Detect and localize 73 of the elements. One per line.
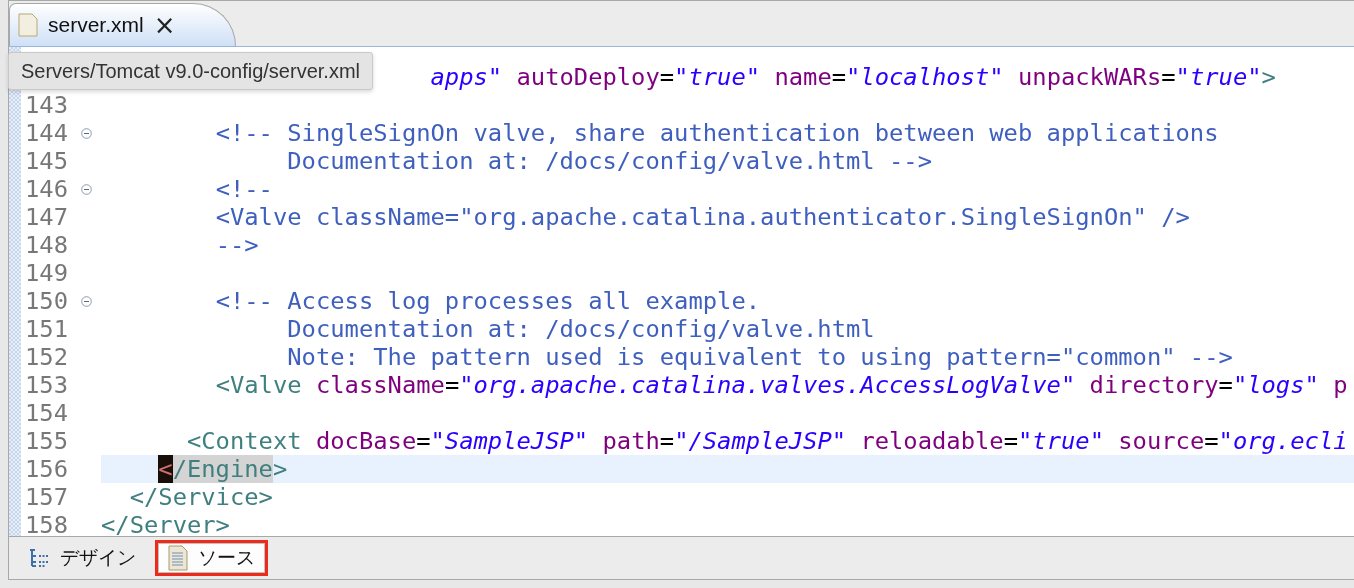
equals-sign: =: [1218, 371, 1233, 399]
attribute-value: "logs": [1232, 371, 1319, 399]
code-comment: -->: [215, 231, 259, 259]
equals-sign: =: [416, 427, 431, 455]
xml-tag: </Server>: [101, 511, 230, 536]
tooltip: Servers/Tomcat v9.0-config/server.xml: [8, 52, 373, 90]
equals-sign: =: [1204, 427, 1219, 455]
equals-sign: =: [1003, 427, 1018, 455]
xml-tag: >: [272, 455, 288, 483]
line-number: 153: [25, 371, 68, 399]
code-comment: <!-- Access log processes all example.: [215, 287, 761, 315]
document-icon: [168, 545, 188, 571]
xml-tag: >: [1261, 63, 1276, 91]
attribute-value: apps": [430, 63, 503, 91]
editor-page-tab[interactable]: デザイン: [15, 540, 149, 576]
attribute-name: className: [315, 371, 445, 399]
attribute-name: path: [602, 427, 660, 455]
attribute-name: autoDeploy: [516, 63, 660, 91]
line-number: 149: [25, 259, 68, 287]
matched-tag: /Engine: [172, 455, 273, 483]
code-comment: <Valve className="org.apache.catalina.authenticator.SingleSignOn" />: [215, 203, 1190, 231]
line-number: 146: [25, 175, 68, 203]
tab-title: server.xml: [48, 13, 144, 37]
attribute-value: "/SampleJSP": [674, 427, 847, 455]
attribute-name: unpackWARs: [1018, 63, 1162, 91]
line-number: 147: [25, 203, 68, 231]
editor-page-tab[interactable]: ソース: [155, 540, 268, 576]
line-number: 150: [25, 287, 68, 315]
xml-tag: </Service>: [129, 483, 273, 511]
line-number: 151: [25, 315, 68, 343]
xml-tag: <Valve: [215, 371, 302, 399]
close-button[interactable]: ×: [153, 12, 176, 38]
line-number: 157: [25, 483, 68, 511]
file-icon: [18, 13, 38, 37]
attribute-name: name: [774, 63, 832, 91]
attribute-value: "true": [1175, 63, 1262, 91]
code-comment: Documentation at: /docs/config/valve.html: [287, 315, 875, 343]
attribute-value: "org.ecli: [1218, 427, 1348, 455]
line-number: 152: [25, 343, 68, 371]
code-comment: <!--: [215, 175, 273, 203]
line-number: 145: [25, 147, 68, 175]
equals-sign: =: [831, 63, 847, 91]
attribute-name: source: [1118, 427, 1205, 455]
collapse-icon[interactable]: [81, 127, 92, 139]
collapse-icon[interactable]: [81, 295, 92, 307]
equals-sign: =: [444, 371, 460, 399]
line-number: 144: [25, 119, 68, 147]
code-comment: Documentation at: /docs/config/valve.html -->: [287, 147, 932, 175]
attribute-name: p: [1333, 371, 1348, 399]
attribute-value: "org.apache.catalina.valves.AccessLogValve": [459, 371, 1076, 399]
equals-sign: =: [1161, 63, 1176, 91]
code-comment: Note: The pattern used is equivalent to using pattern="common" -->: [287, 343, 1233, 371]
attribute-value: "SampleJSP": [430, 427, 589, 455]
collapse-icon[interactable]: [81, 183, 92, 195]
equals-sign: =: [659, 427, 675, 455]
line-number: 154: [25, 399, 68, 427]
attribute-name: reloadable: [860, 427, 1004, 455]
equals-sign: =: [659, 63, 675, 91]
tree-icon: [28, 547, 50, 569]
line-number: 156: [25, 455, 68, 483]
text-cursor: <: [158, 455, 173, 483]
attribute-value: "true": [1018, 427, 1104, 455]
line-number: 148: [25, 231, 68, 259]
attribute-name: directory: [1089, 371, 1219, 399]
line-number: 158: [25, 511, 68, 536]
attribute-value: "true": [674, 63, 761, 91]
attribute-value: "localhost": [846, 63, 1004, 91]
line-number: 155: [25, 427, 68, 455]
xml-tag: <Context: [186, 427, 302, 455]
attribute-name: docBase: [315, 427, 417, 455]
code-comment: <!-- SingleSignOn valve, share authentication between web applications: [215, 119, 1219, 147]
editor-tab[interactable]: server.xml ×: [9, 3, 237, 46]
line-number: 143: [25, 91, 68, 119]
